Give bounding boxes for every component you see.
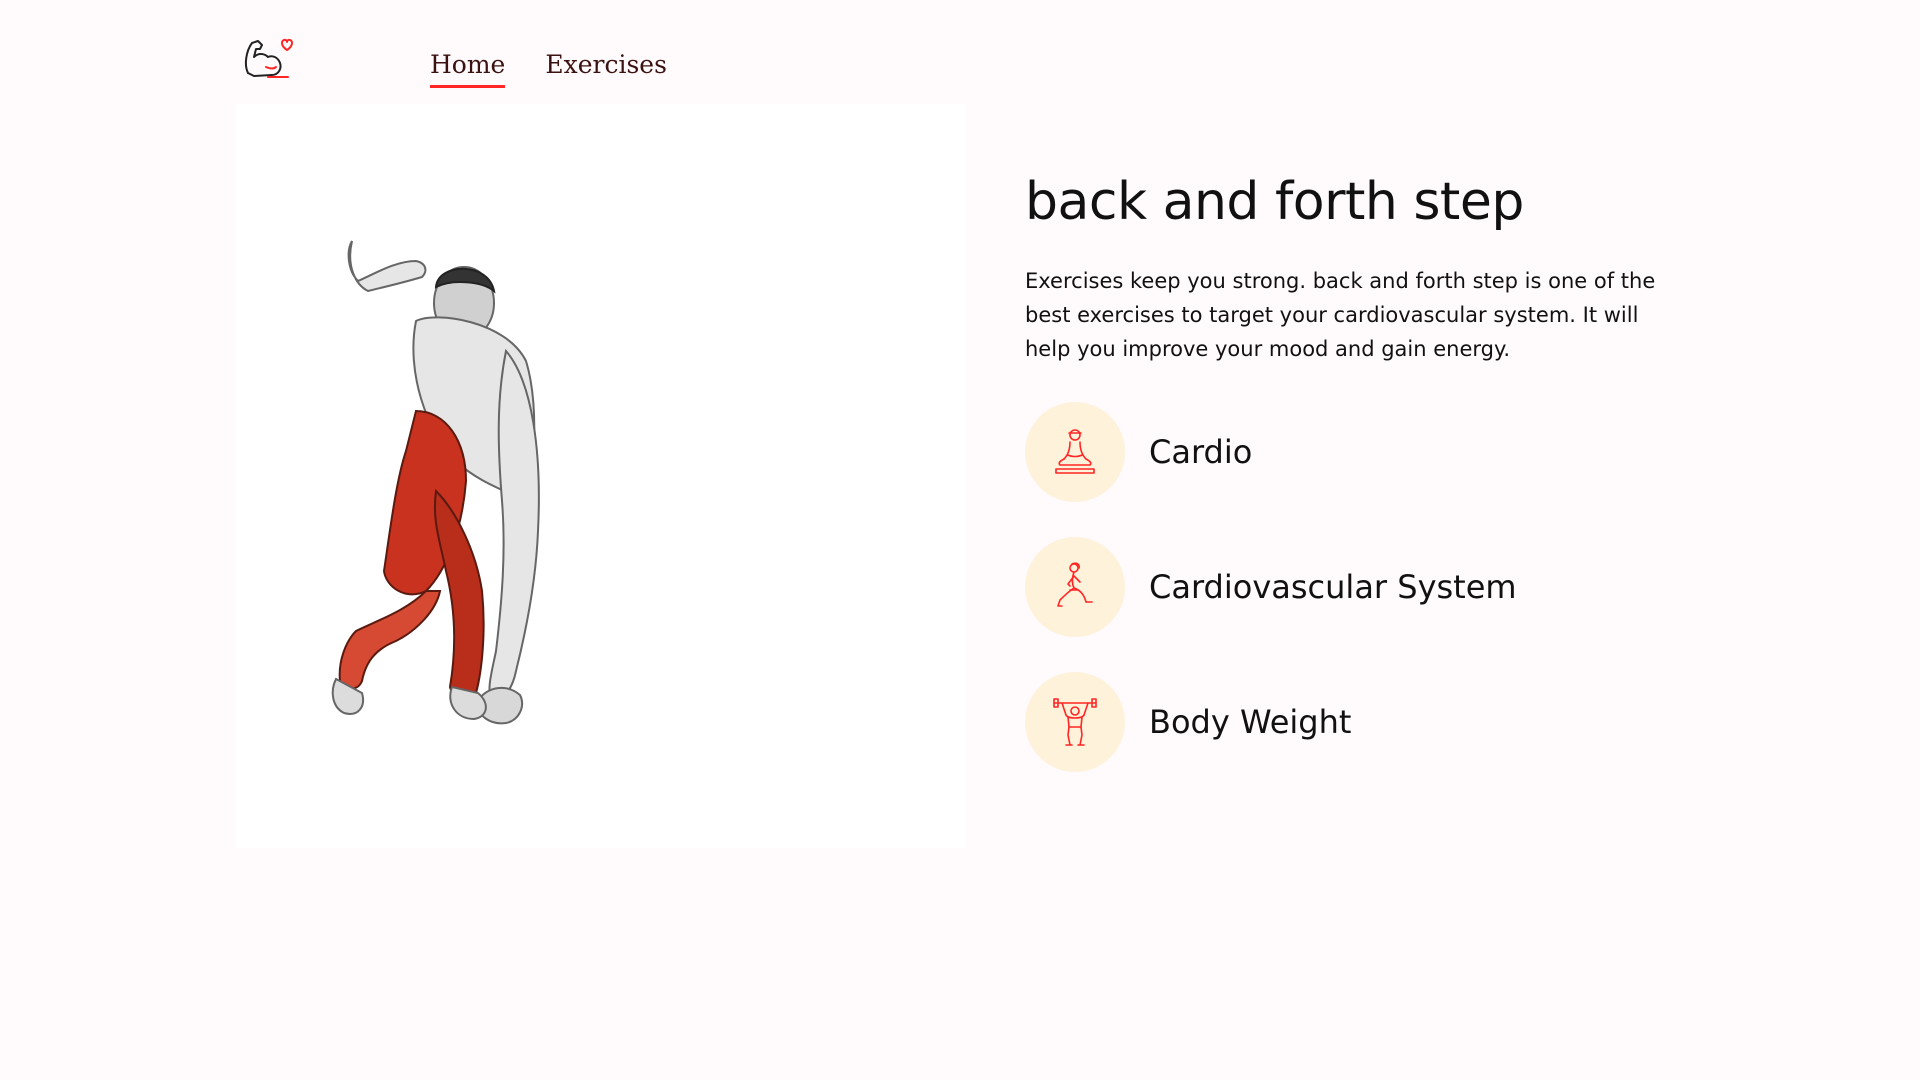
tag-icon-circle (1025, 672, 1125, 772)
lunge-pose-icon (1057, 562, 1093, 607)
tag-label: Body Weight (1149, 703, 1352, 741)
exercise-detail: back and forth step Exercises keep you s… (1025, 172, 1705, 807)
meditation-pose-icon (1055, 429, 1095, 474)
exercise-image-card (236, 104, 966, 848)
logo[interactable] (236, 27, 300, 91)
tag-icon-circle (1025, 537, 1125, 637)
weightlifter-icon (1053, 698, 1097, 746)
exercise-title: back and forth step (1025, 172, 1524, 232)
tag-body-part: Cardio (1025, 402, 1705, 502)
exercise-description: Exercises keep you strong. back and fort… (1025, 269, 1656, 361)
navbar: Home Exercises (236, 24, 1736, 94)
tag-label: Cardiovascular System (1149, 568, 1517, 606)
nav-home-link[interactable]: Home (430, 50, 506, 88)
exercise-tags: Cardio Cardiovascular System Body Weight (1025, 402, 1705, 772)
muscle-anatomy-figure (331, 240, 540, 725)
nav-links: Home Exercises (430, 30, 667, 88)
tag-target: Cardiovascular System (1025, 537, 1705, 637)
tag-label: Cardio (1149, 433, 1253, 471)
tag-icon-circle (1025, 402, 1125, 502)
tag-equipment: Body Weight (1025, 672, 1705, 772)
flexed-arm-heart-logo-icon (244, 38, 293, 78)
nav-exercises-link[interactable]: Exercises (545, 50, 667, 88)
